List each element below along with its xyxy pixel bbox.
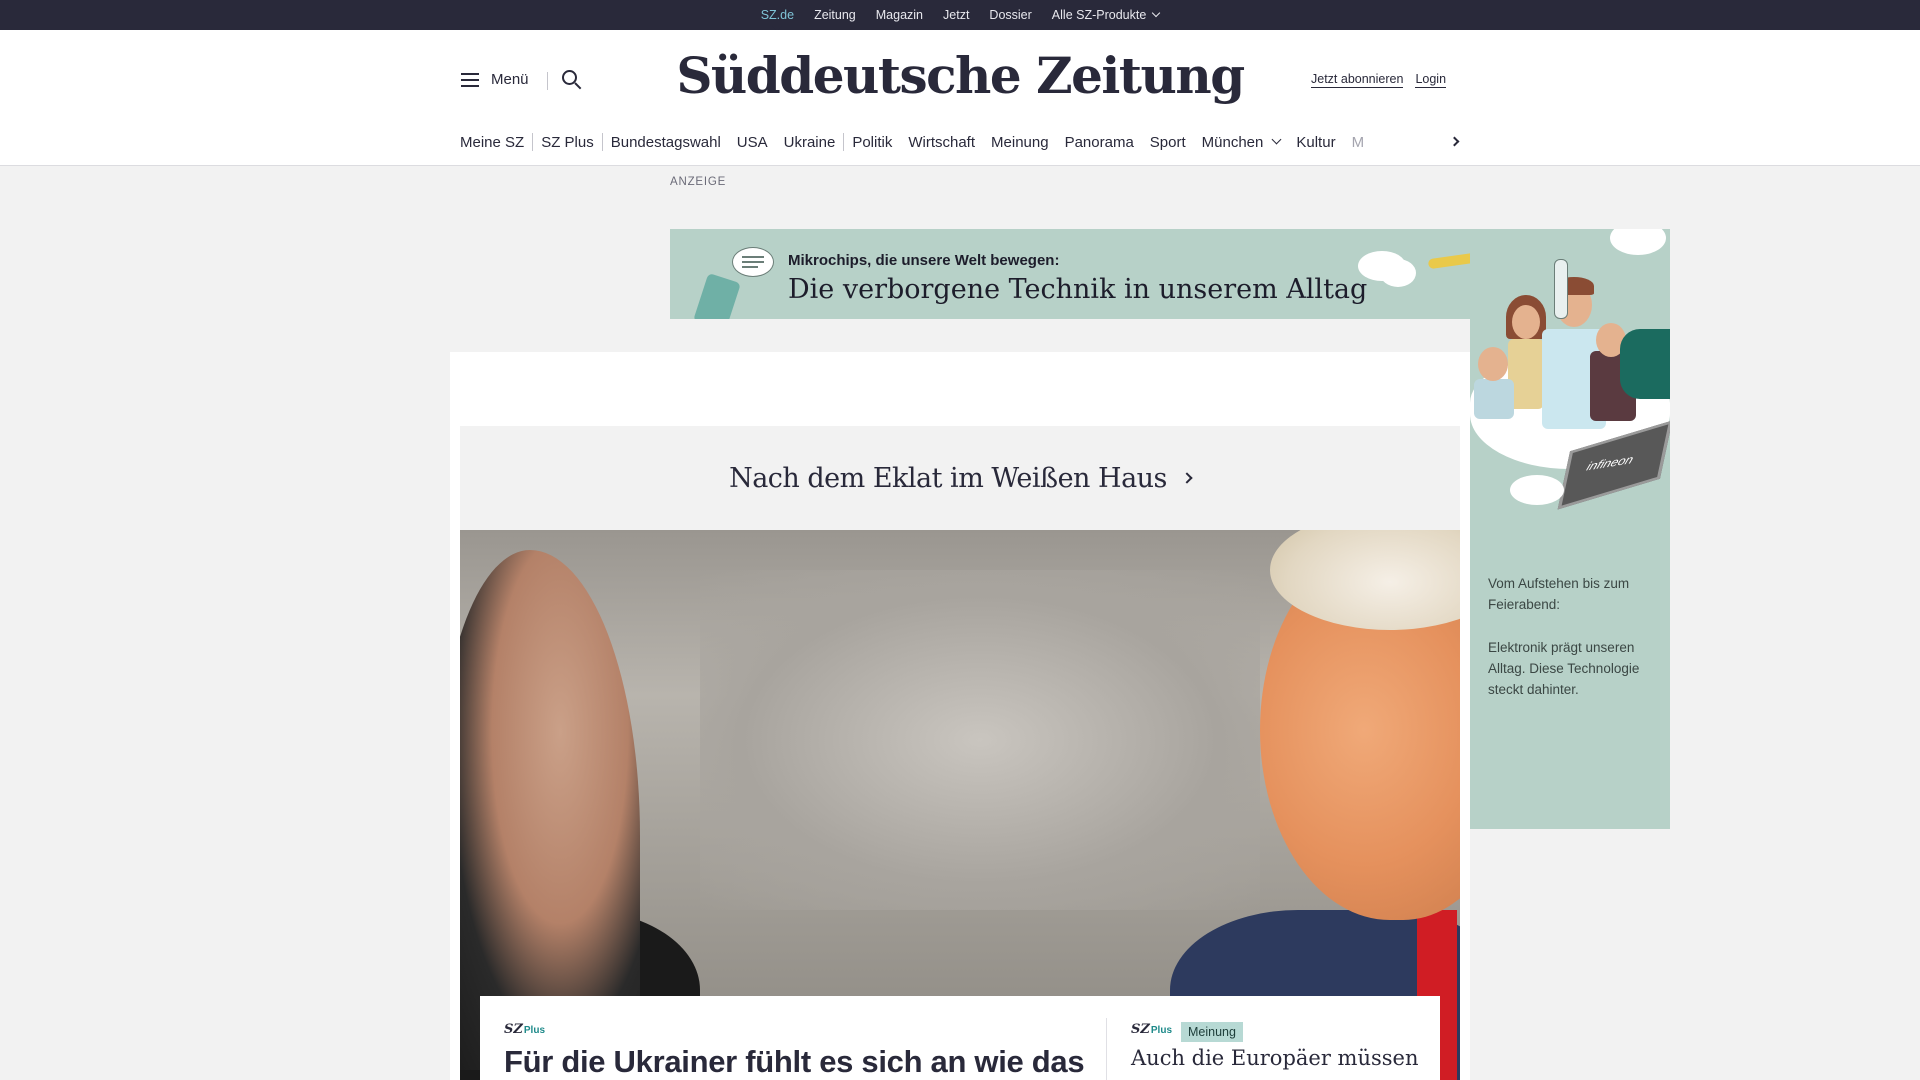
charging-station-illustration bbox=[1554, 259, 1568, 319]
ad-label: ANZEIGE bbox=[670, 176, 727, 188]
sz-plus-logo-sz: SZ bbox=[1131, 1022, 1150, 1037]
nav-item-bundestagswahl[interactable]: Bundestagswahl bbox=[603, 134, 729, 151]
nav-item-meine-sz[interactable]: Meine SZ bbox=[460, 134, 532, 151]
nav-item-truncated[interactable]: M bbox=[1344, 134, 1373, 151]
child-head-illustration bbox=[1478, 347, 1508, 381]
nav-item-ukraine[interactable]: Ukraine bbox=[776, 134, 844, 151]
sz-plus-logo-plus: Plus bbox=[1150, 1025, 1173, 1036]
woman-head-illustration bbox=[1512, 305, 1540, 339]
sz-plus-logo-plus: Plus bbox=[523, 1025, 546, 1036]
nav-item-muenchen[interactable]: München bbox=[1194, 134, 1289, 151]
nav-item-wirtschaft[interactable]: Wirtschaft bbox=[900, 134, 983, 151]
topic-link[interactable]: Nach dem Eklat im Weißen Haus bbox=[729, 462, 1193, 494]
nav-item-sz-plus[interactable]: SZ Plus bbox=[533, 134, 602, 151]
topbar-link-jetzt[interactable]: Jetzt bbox=[943, 8, 969, 22]
login-link[interactable]: Login bbox=[1415, 72, 1447, 88]
topbar-link-zeitung[interactable]: Zeitung bbox=[814, 8, 856, 22]
skyscraper-ad-text-1: Vom Aufstehen bis zum Feierabend: bbox=[1488, 576, 1630, 612]
sz-plus-logo: SZ Plus bbox=[1131, 1022, 1172, 1037]
teaser-divider bbox=[1106, 1018, 1107, 1080]
topic-header: Nach dem Eklat im Weißen Haus bbox=[460, 426, 1460, 530]
topbar-link-dossier[interactable]: Dossier bbox=[989, 8, 1031, 22]
nav-item-kultur[interactable]: Kultur bbox=[1288, 134, 1343, 151]
nav-item-meinung[interactable]: Meinung bbox=[983, 134, 1057, 151]
topbar-all-products-label: Alle SZ-Produkte bbox=[1051, 8, 1147, 22]
cloud-illustration bbox=[1510, 475, 1564, 505]
topic-title: Nach dem Eklat im Weißen Haus bbox=[729, 462, 1167, 494]
chevron-down-icon bbox=[1271, 134, 1282, 144]
chevron-down-icon bbox=[1152, 8, 1161, 18]
site-logo[interactable]: Süddeutsche Zeitung bbox=[0, 46, 1920, 105]
nav-item-panorama[interactable]: Panorama bbox=[1057, 134, 1142, 151]
opinion-badge: Meinung bbox=[1181, 1022, 1243, 1042]
hero-left-person bbox=[460, 550, 640, 1070]
spray-can-illustration bbox=[693, 272, 741, 319]
sz-plus-logo: SZ Plus bbox=[504, 1022, 545, 1037]
nav-scroll-right-icon[interactable] bbox=[1449, 134, 1465, 150]
child-illustration bbox=[1474, 379, 1514, 419]
topbar-link-sz-de[interactable]: SZ.de bbox=[761, 8, 794, 31]
cloud-illustration bbox=[1610, 229, 1666, 255]
teaser-left-headline[interactable]: Für die Ukrainer fühlt es sich an wie da… bbox=[504, 1044, 1085, 1080]
top-product-bar: SZ.de Zeitung Magazin Jetzt Dossier Alle… bbox=[0, 0, 1920, 31]
nav-item-usa[interactable]: USA bbox=[729, 134, 776, 151]
topbar-link-magazin[interactable]: Magazin bbox=[876, 8, 923, 22]
chip-logo-text: infineon bbox=[1584, 452, 1636, 474]
topbar-all-products-dropdown[interactable]: Alle SZ-Produkte bbox=[1051, 8, 1161, 22]
skyscraper-ad-text-2: Elektronik prägt unseren Alltag. Diese T… bbox=[1488, 640, 1640, 697]
speech-bubble-icon bbox=[732, 247, 774, 277]
teaser-card: SZ Plus Für die Ukrainer fühlt es sich an… bbox=[480, 996, 1440, 1080]
nav-item-muenchen-label: München bbox=[1201, 133, 1264, 151]
account-links: Jetzt abonnieren Login bbox=[1311, 72, 1447, 88]
car-illustration bbox=[1620, 329, 1670, 399]
chevron-right-icon bbox=[1181, 472, 1193, 484]
skyscraper-ad[interactable]: infineon Vom Aufstehen bis zum Feieraben… bbox=[1470, 229, 1670, 829]
nav-item-politik[interactable]: Politik bbox=[844, 134, 900, 151]
sz-plus-logo-sz: SZ bbox=[504, 1022, 523, 1037]
teaser-right-headline[interactable]: Auch die Europäer müssen bbox=[1131, 1046, 1419, 1070]
main-navigation: Meine SZ SZ Plus Bundestagswahl USA Ukra… bbox=[460, 130, 1460, 154]
banner-ad-headline: Die verborgene Technik in unserem Alltag bbox=[788, 274, 1368, 305]
subscribe-link[interactable]: Jetzt abonnieren bbox=[1311, 72, 1404, 88]
nav-item-sport[interactable]: Sport bbox=[1142, 134, 1194, 151]
hero-background bbox=[700, 570, 1260, 910]
site-header: Menü Süddeutsche Zeitung Jetzt abonniere… bbox=[0, 30, 1920, 166]
banner-ad-kicker: Mikrochips, die unsere Welt bewegen: bbox=[788, 252, 1060, 269]
